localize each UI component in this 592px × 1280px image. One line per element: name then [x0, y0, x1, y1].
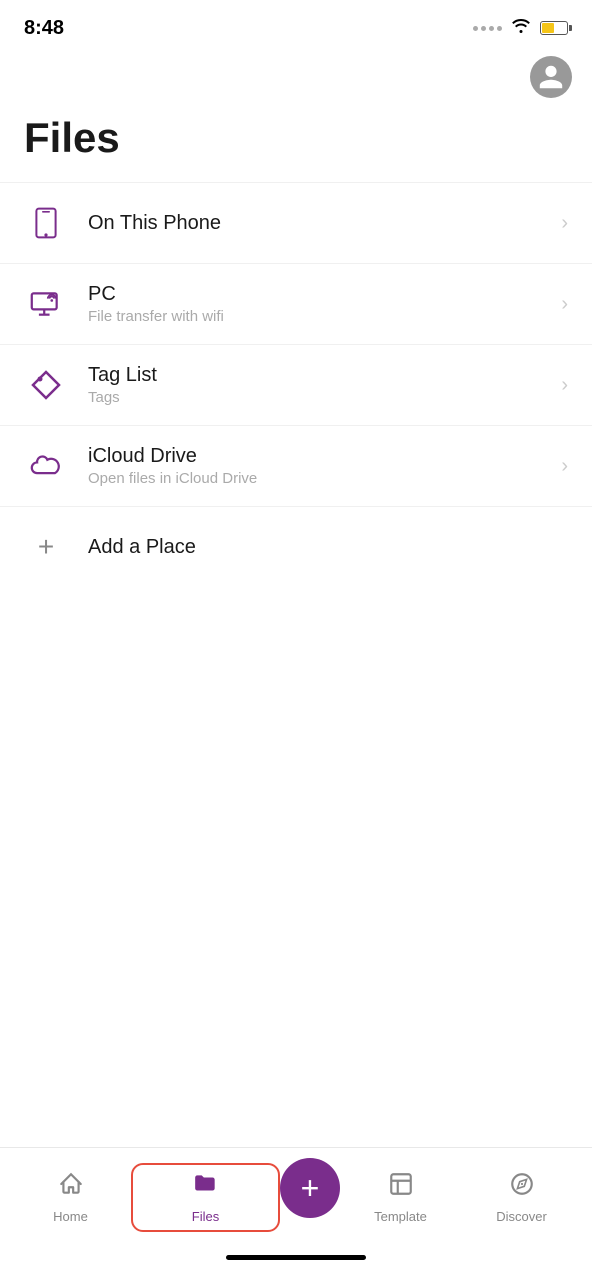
menu-title-pc: PC — [88, 283, 561, 306]
menu-title-icloud-drive: iCloud Drive — [88, 445, 561, 468]
status-bar: 8:48 — [0, 0, 592, 52]
plus-icon: + — [301, 1172, 320, 1204]
wifi-icon — [510, 18, 532, 39]
menu-text-pc: PC File transfer with wifi — [88, 283, 561, 325]
compass-icon — [509, 1171, 535, 1204]
page-title: Files — [0, 106, 592, 182]
menu-subtitle-pc: File transfer with wifi — [88, 308, 561, 325]
signal-dot-2 — [481, 26, 486, 31]
menu-item-tag-list[interactable]: Tag List Tags › — [0, 345, 592, 426]
add-place-item[interactable]: + Add a Place — [0, 507, 592, 587]
battery-icon — [540, 21, 568, 35]
tab-bar: Home Files + Template — [0, 1147, 592, 1247]
menu-item-pc[interactable]: PC File transfer with wifi › — [0, 264, 592, 345]
chevron-icon-tag-list: › — [561, 374, 568, 397]
menu-subtitle-icloud-drive: Open files in iCloud Drive — [88, 470, 561, 487]
menu-subtitle-tag-list: Tags — [88, 389, 561, 406]
menu-list: On This Phone › PC File transfer with wi… — [0, 182, 592, 1147]
battery-level — [542, 23, 554, 33]
menu-title-on-this-phone: On This Phone — [88, 212, 561, 235]
home-indicator-bar — [0, 1247, 592, 1280]
tab-discover-label: Discover — [496, 1209, 547, 1224]
header — [0, 52, 592, 106]
template-icon — [388, 1171, 414, 1204]
menu-text-on-this-phone: On This Phone — [88, 212, 561, 235]
home-icon — [58, 1171, 84, 1204]
status-time: 8:48 — [24, 17, 64, 40]
tab-files-label: Files — [192, 1209, 219, 1224]
home-indicator — [226, 1255, 366, 1260]
tab-center-add-button[interactable]: + — [280, 1158, 340, 1218]
phone-icon — [24, 201, 68, 245]
tab-files[interactable]: Files — [131, 1163, 280, 1232]
tab-template[interactable]: Template — [340, 1163, 461, 1232]
chevron-icon-on-this-phone: › — [561, 212, 568, 235]
chevron-icon-pc: › — [561, 293, 568, 316]
status-icons — [473, 18, 568, 39]
menu-item-on-this-phone[interactable]: On This Phone › — [0, 182, 592, 264]
signal-dot-4 — [497, 26, 502, 31]
cloud-icon — [24, 444, 68, 488]
menu-text-tag-list: Tag List Tags — [88, 364, 561, 406]
tab-template-label: Template — [374, 1209, 427, 1224]
menu-title-tag-list: Tag List — [88, 364, 561, 387]
tab-home[interactable]: Home — [10, 1163, 131, 1232]
add-icon: + — [24, 525, 68, 569]
menu-item-icloud-drive[interactable]: iCloud Drive Open files in iCloud Drive … — [0, 426, 592, 507]
tag-icon — [24, 363, 68, 407]
add-place-label: Add a Place — [88, 536, 196, 559]
avatar[interactable] — [530, 56, 572, 98]
signal-dot-1 — [473, 26, 478, 31]
folder-icon — [193, 1171, 219, 1204]
tab-home-label: Home — [53, 1209, 88, 1224]
monitor-wifi-icon — [24, 282, 68, 326]
chevron-icon-icloud-drive: › — [561, 455, 568, 478]
signal-dot-3 — [489, 26, 494, 31]
signal-dots — [473, 26, 502, 31]
tab-discover[interactable]: Discover — [461, 1163, 582, 1232]
menu-text-icloud-drive: iCloud Drive Open files in iCloud Drive — [88, 445, 561, 487]
